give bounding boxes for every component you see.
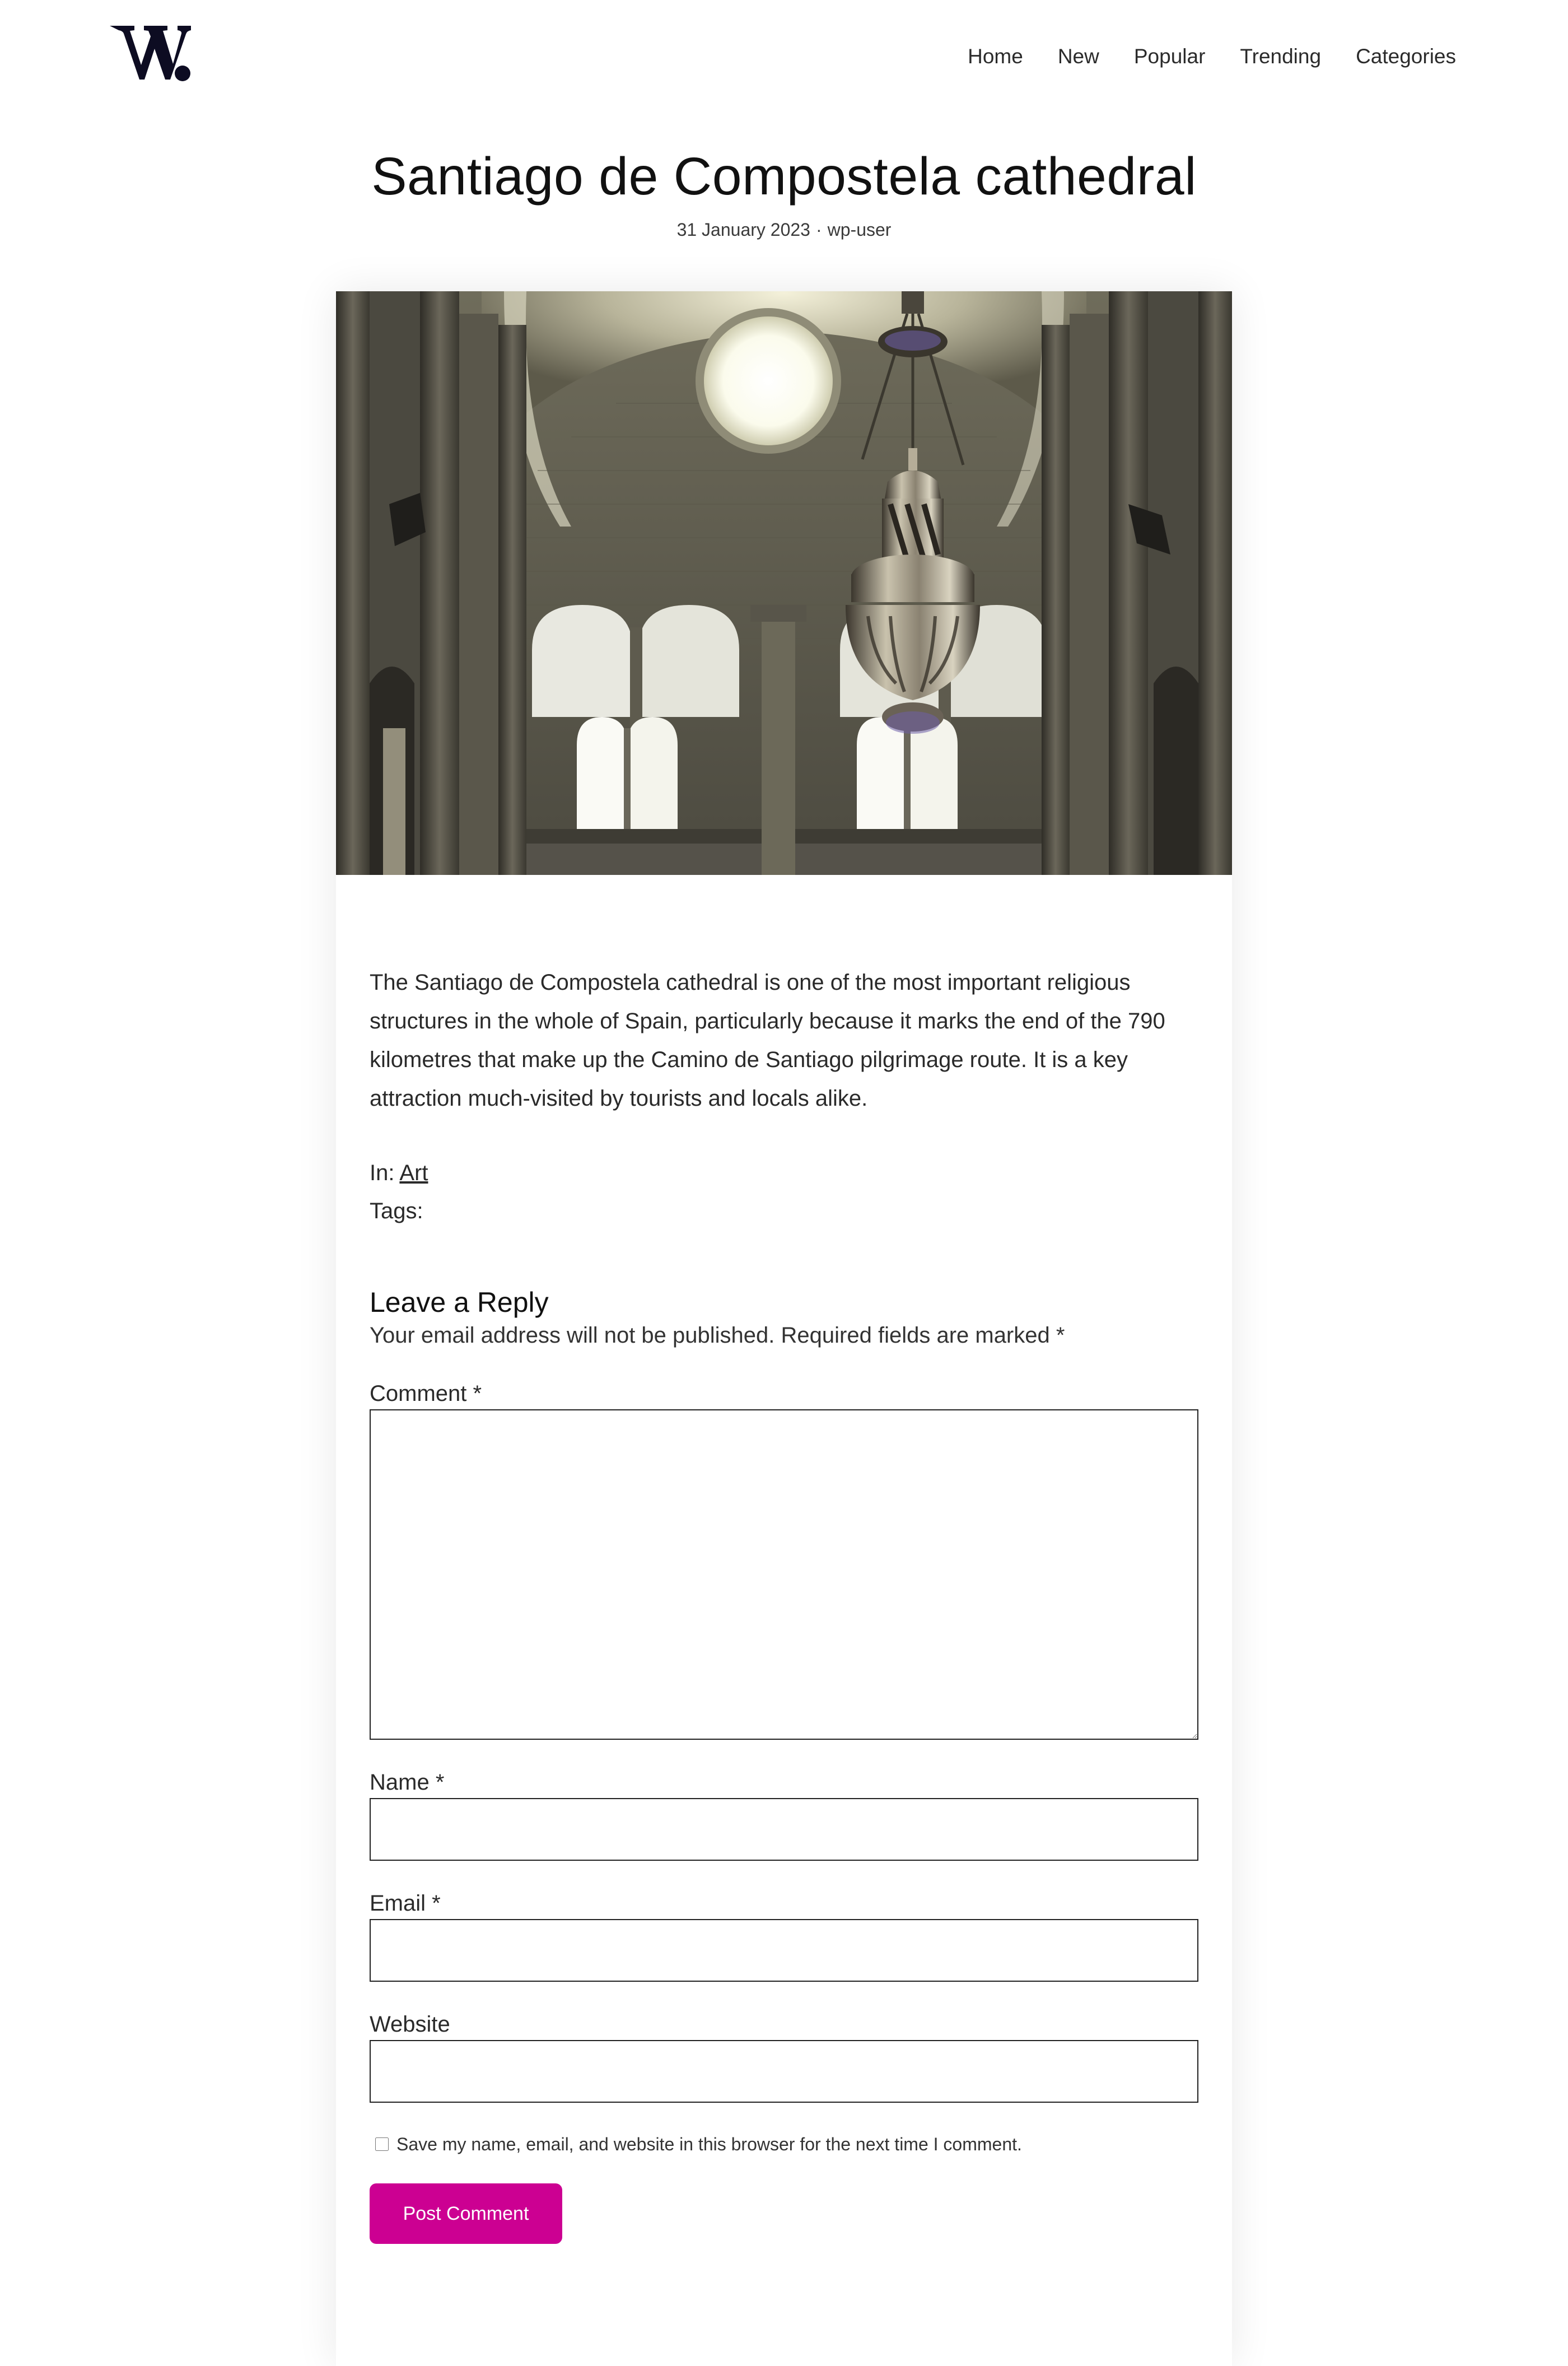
logo-mark-icon xyxy=(110,26,191,81)
comment-label: Comment * xyxy=(370,1381,482,1406)
site-logo[interactable] xyxy=(110,21,191,83)
consent-label: Save my name, email, and website in this… xyxy=(396,2134,1022,2154)
email-field[interactable] xyxy=(370,1919,1198,1982)
reply-title: Leave a Reply xyxy=(370,1287,549,1318)
post-tags: Tags: xyxy=(370,1199,423,1223)
post-author[interactable]: wp-user xyxy=(828,220,892,240)
post-categories: In: Art xyxy=(370,1154,1198,1192)
post-meta: 31 January 2023 · wp-user xyxy=(0,217,1568,243)
name-field[interactable] xyxy=(370,1798,1198,1861)
post-content: The Santiago de Compostela cathedral is … xyxy=(370,963,1198,2244)
nav-trending[interactable]: Trending xyxy=(1240,43,1321,71)
consent-checkbox[interactable] xyxy=(375,2137,389,2151)
post-card: The Santiago de Compostela cathedral is … xyxy=(336,291,1232,2366)
category-link-art[interactable]: Art xyxy=(399,1161,428,1185)
post-comment-button[interactable]: Post Comment xyxy=(370,2183,562,2244)
categories-prefix: In: xyxy=(370,1161,400,1185)
consent-row: Save my name, email, and website in this… xyxy=(370,2132,1198,2157)
nav-new[interactable]: New xyxy=(1058,43,1099,71)
meta-separator: · xyxy=(815,220,822,240)
email-label: Email * xyxy=(370,1891,441,1916)
cathedral-photo xyxy=(336,291,1232,875)
website-label: Website xyxy=(370,2012,450,2037)
post-excerpt: The Santiago de Compostela cathedral is … xyxy=(370,970,1165,1111)
website-field[interactable] xyxy=(370,2040,1198,2103)
post-date: 31 January 2023 xyxy=(676,220,810,240)
nav-popular[interactable]: Popular xyxy=(1134,43,1206,71)
page-title: Santiago de Compostela cathedral xyxy=(371,147,1197,206)
comment-textarea[interactable] xyxy=(370,1409,1198,1740)
comment-form: Comment * Name * Email * Website Save my… xyxy=(370,1378,1198,2244)
name-label: Name * xyxy=(370,1770,445,1795)
post-taxonomy: In: Art Tags: xyxy=(370,1154,1198,1230)
nav-home[interactable]: Home xyxy=(968,43,1023,71)
nav-categories[interactable]: Categories xyxy=(1356,43,1456,71)
reply-note: Your email address will not be published… xyxy=(370,1323,1065,1348)
site-header: Home New Popular Trending Categories xyxy=(0,0,1568,112)
main-navigation: Home New Popular Trending Categories xyxy=(968,43,1456,71)
featured-image xyxy=(336,291,1232,875)
